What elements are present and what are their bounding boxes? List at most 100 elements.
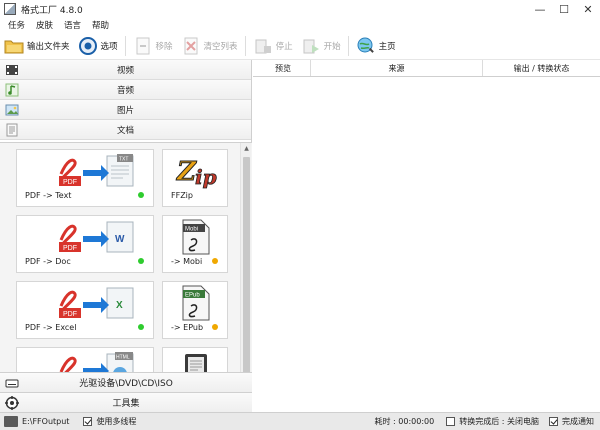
column-header-preview[interactable]: 预览 bbox=[253, 60, 311, 76]
category-document[interactable]: 文档 bbox=[0, 120, 251, 140]
svg-text:EPub: EPub bbox=[185, 293, 200, 299]
start-label: 开始 bbox=[323, 41, 341, 52]
svg-text:TXT: TXT bbox=[119, 157, 128, 163]
scroll-up-arrow-icon[interactable]: ▲ bbox=[241, 143, 252, 154]
category-panel: 视频 音频 图片 文档 PDF TXT PDF -> Text Z ip FFZ… bbox=[0, 60, 252, 430]
status-bar: E:\FFOutput 使用多线程 耗时 : 00:00:00 转换完成后 : … bbox=[0, 412, 600, 430]
options-icon bbox=[78, 36, 98, 56]
maximize-button[interactable]: ☐ bbox=[552, 0, 576, 18]
multithread-label: 使用多线程 bbox=[96, 417, 137, 426]
ffzip-icon: Z ip bbox=[176, 157, 217, 190]
column-header-source[interactable]: 来源 bbox=[311, 60, 483, 76]
tile-to-epub[interactable]: EPub -> EPub bbox=[162, 281, 228, 339]
after-done-label: 转换完成后 : 关闭电脑 bbox=[459, 417, 539, 426]
notify-checkbox[interactable] bbox=[549, 417, 558, 426]
options-label: 选项 bbox=[100, 41, 118, 52]
tile-label: -> EPub bbox=[171, 323, 204, 332]
svg-text:ip: ip bbox=[195, 165, 217, 189]
column-preview-label: 预览 bbox=[275, 63, 291, 73]
pdf-to-doc-icon: PDF W bbox=[59, 221, 134, 253]
status-dot bbox=[212, 258, 218, 264]
category-disc[interactable]: 光驱设备\DVD\CD\ISO bbox=[0, 372, 252, 392]
title-bar: 格式工厂 4.8.0 — ☐ ✕ bbox=[0, 0, 600, 18]
category-audio[interactable]: 音频 bbox=[0, 80, 251, 100]
tile-label: PDF -> Excel bbox=[25, 323, 77, 332]
disc-drive-icon bbox=[5, 376, 19, 390]
epub-file-icon: EPub bbox=[182, 285, 210, 321]
status-dot bbox=[138, 324, 144, 330]
menu-language[interactable]: 语言 bbox=[64, 19, 81, 31]
category-tools-label: 工具集 bbox=[112, 399, 140, 409]
svg-text:PDF: PDF bbox=[63, 245, 77, 252]
home-globe-icon bbox=[356, 36, 376, 56]
elapsed-time: 耗时 : 00:00:00 bbox=[374, 417, 435, 426]
mobi-file-icon: Mobi bbox=[182, 219, 210, 255]
start-button[interactable]: 开始 bbox=[297, 34, 345, 58]
category-tools[interactable]: 工具集 bbox=[0, 392, 252, 412]
svg-text:HTML: HTML bbox=[116, 355, 130, 361]
clear-list-label: 清空列表 bbox=[203, 41, 238, 52]
svg-text:Z: Z bbox=[176, 157, 197, 187]
tile-to-mobi[interactable]: Mobi -> Mobi bbox=[162, 215, 228, 273]
picture-icon bbox=[5, 103, 19, 117]
menu-help[interactable]: 帮助 bbox=[92, 19, 109, 31]
status-dot bbox=[138, 258, 144, 264]
svg-text:PDF: PDF bbox=[63, 179, 77, 186]
clear-list-icon bbox=[181, 36, 201, 56]
close-button[interactable]: ✕ bbox=[576, 0, 600, 18]
output-folder-icon[interactable] bbox=[4, 416, 18, 427]
category-video[interactable]: 视频 bbox=[0, 60, 251, 80]
toolbar-separator bbox=[347, 35, 349, 56]
pdf-to-excel-icon: PDF X bbox=[59, 287, 134, 319]
tile-pdf-to-excel[interactable]: PDF X PDF -> Excel bbox=[16, 281, 154, 339]
options-button[interactable]: 选项 bbox=[74, 34, 122, 58]
output-folder-label: 输出文件夹 bbox=[27, 41, 70, 52]
menu-task[interactable]: 任务 bbox=[8, 19, 25, 31]
menu-skin[interactable]: 皮肤 bbox=[36, 19, 53, 31]
document-icon bbox=[5, 123, 19, 137]
category-video-label: 视频 bbox=[116, 65, 134, 76]
music-note-icon bbox=[5, 83, 19, 97]
svg-text:X: X bbox=[116, 300, 123, 311]
film-icon bbox=[5, 63, 19, 77]
stop-label: 停止 bbox=[275, 41, 293, 52]
toolbox-icon bbox=[5, 396, 19, 410]
tile-ffzip[interactable]: Z ip FFZip bbox=[162, 149, 228, 207]
toolbar: 输出文件夹 选项 移除 清空列表 停止 开始 主页 bbox=[0, 32, 600, 60]
task-list-header: 预览 来源 输出 / 转换状态 bbox=[253, 60, 600, 77]
folder-icon bbox=[4, 36, 24, 56]
start-icon bbox=[301, 36, 321, 56]
tile-label: FFZip bbox=[171, 191, 193, 200]
stop-button[interactable]: 停止 bbox=[249, 34, 297, 58]
tile-pdf-to-doc[interactable]: PDF W PDF -> Doc bbox=[16, 215, 154, 273]
multithread-checkbox[interactable] bbox=[83, 417, 93, 426]
tile-label: PDF -> Text bbox=[25, 191, 72, 200]
column-header-output-status[interactable]: 输出 / 转换状态 bbox=[483, 60, 600, 76]
toolbar-separator bbox=[244, 35, 246, 56]
svg-text:W: W bbox=[115, 234, 125, 245]
output-folder-button[interactable]: 输出文件夹 bbox=[0, 34, 74, 58]
remove-icon bbox=[133, 36, 153, 56]
after-done-checkbox[interactable] bbox=[446, 417, 456, 426]
notify-label: 完成通知 bbox=[562, 417, 594, 426]
svg-text:PDF: PDF bbox=[63, 311, 77, 318]
window-title: 格式工厂 4.8.0 bbox=[21, 5, 83, 16]
stop-icon bbox=[253, 36, 273, 56]
home-label: 主页 bbox=[378, 41, 396, 52]
status-dot bbox=[138, 192, 144, 198]
column-output-status-label: 输出 / 转换状态 bbox=[513, 63, 570, 73]
clear-list-button[interactable]: 清空列表 bbox=[177, 34, 242, 58]
remove-button[interactable]: 移除 bbox=[129, 34, 177, 58]
menu-bar: 任务 皮肤 语言 帮助 bbox=[0, 18, 600, 32]
remove-label: 移除 bbox=[155, 41, 173, 52]
column-source-label: 来源 bbox=[388, 63, 405, 73]
home-button[interactable]: 主页 bbox=[352, 34, 400, 58]
status-dot bbox=[212, 324, 218, 330]
output-path[interactable]: E:\FFOutput bbox=[22, 417, 69, 426]
category-disc-label: 光驱设备\DVD\CD\ISO bbox=[79, 379, 173, 389]
tile-pdf-to-text[interactable]: PDF TXT PDF -> Text bbox=[16, 149, 154, 207]
category-image-label: 图片 bbox=[116, 105, 134, 116]
scroll-thumb[interactable] bbox=[243, 157, 250, 389]
minimize-button[interactable]: — bbox=[528, 0, 552, 18]
category-image[interactable]: 图片 bbox=[0, 100, 251, 120]
